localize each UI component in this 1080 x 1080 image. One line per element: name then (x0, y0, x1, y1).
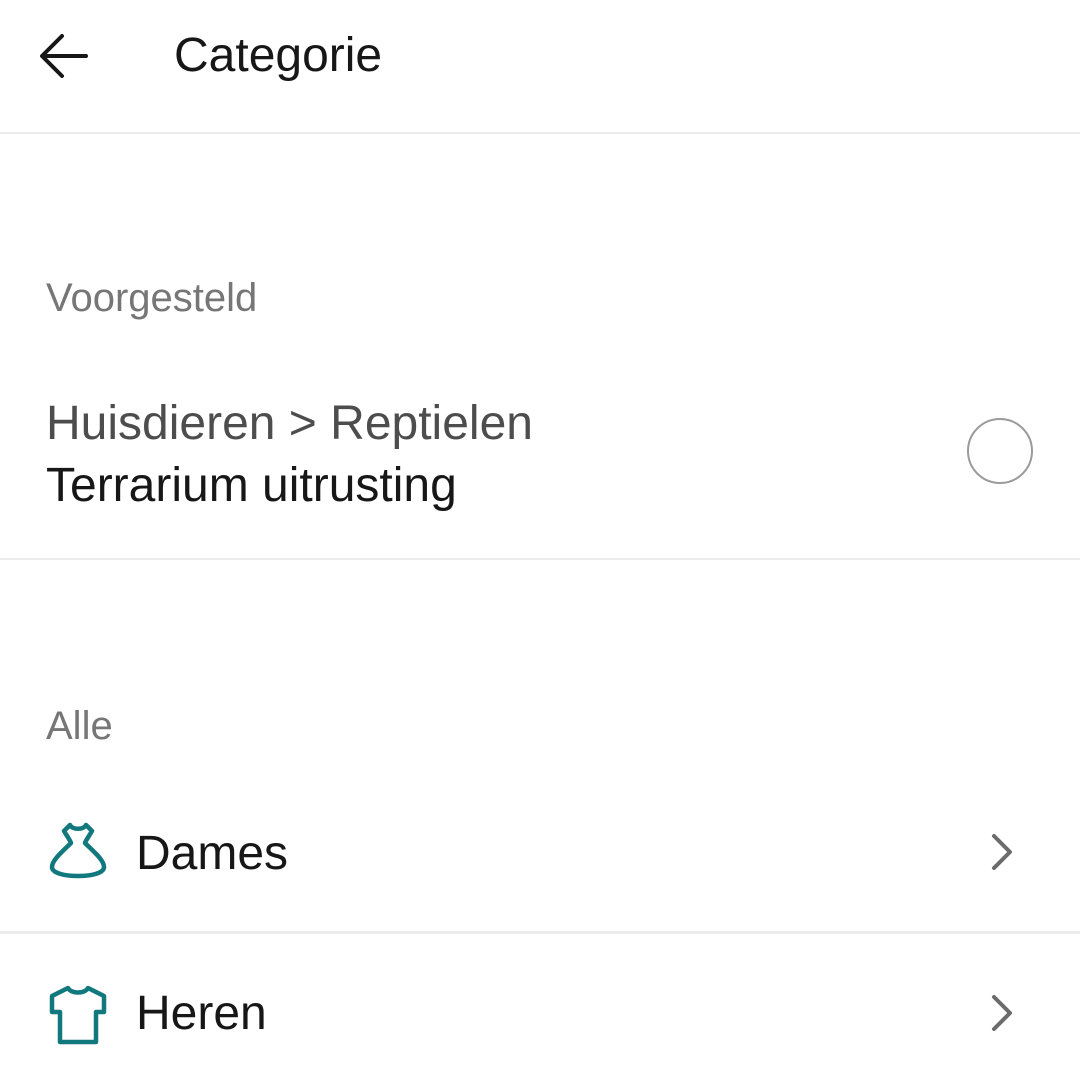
suggested-category-path: Huisdieren > Reptielen (46, 397, 533, 450)
tshirt-icon (49, 985, 107, 1045)
section-label-all: Alle (46, 704, 113, 748)
suggested-category-radio[interactable] (967, 418, 1033, 484)
category-item-dames[interactable]: Dames (0, 774, 1080, 934)
category-item-heren[interactable]: Heren (0, 936, 1080, 1080)
dress-icon (49, 822, 107, 879)
chevron-right-icon (992, 995, 1012, 1031)
category-label: Heren (136, 987, 267, 1040)
category-screen: Categorie Voorgesteld Huisdieren > Repti… (0, 0, 1080, 1080)
back-button[interactable] (28, 22, 100, 90)
arrow-left-icon (40, 34, 88, 78)
section-label-suggested: Voorgesteld (46, 276, 258, 320)
suggested-category-item[interactable]: Huisdieren > Reptielen Terrarium uitrust… (0, 380, 1080, 560)
suggested-category-name: Terrarium uitrusting (46, 459, 457, 512)
top-app-bar: Categorie (0, 0, 1080, 134)
page-title: Categorie (174, 29, 383, 82)
category-label: Dames (136, 827, 289, 880)
chevron-right-icon (992, 834, 1012, 870)
